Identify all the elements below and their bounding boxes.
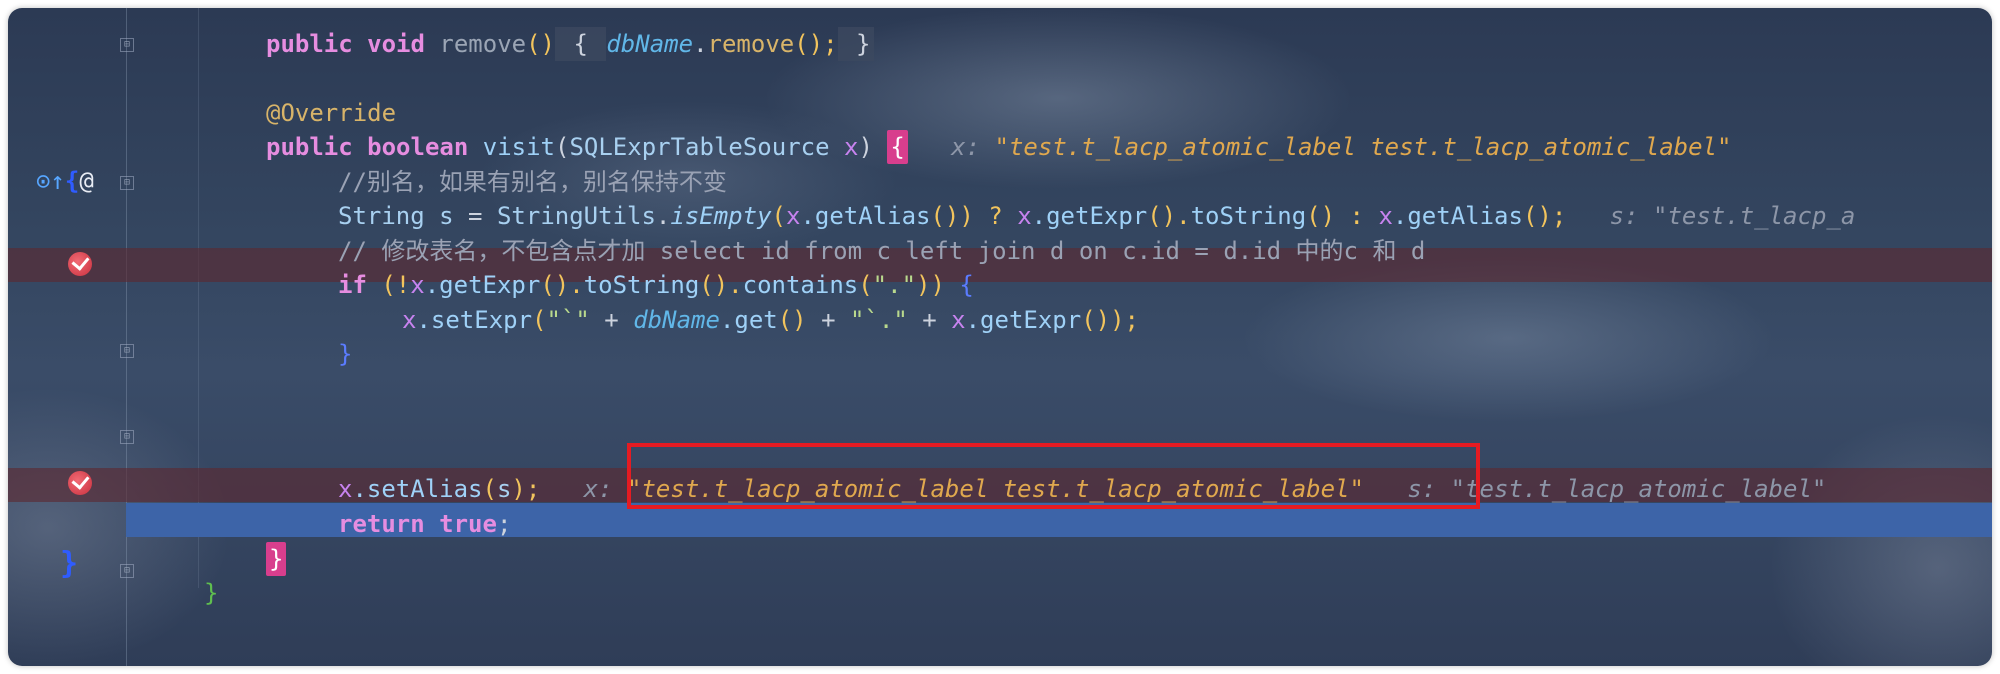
code-line-string-s[interactable]: String s = StringUtils.isEmpty(x.getAlia… xyxy=(338,199,1855,233)
override-method-icon[interactable]: ⊙↑ xyxy=(36,167,65,195)
highlight-annotation-box xyxy=(627,443,1480,509)
code-line-override[interactable]: @Override xyxy=(266,96,396,130)
code-line-close-if[interactable]: } xyxy=(338,337,352,371)
inline-debug-hint: s: "test.t_lacp_a xyxy=(1609,202,1856,230)
fold-marker-icon[interactable]: ⊟ xyxy=(120,564,134,578)
code-comment[interactable]: //别名，如果有别名，别名保持不变 xyxy=(338,165,727,199)
code-line-setexpr[interactable]: x.setExpr("`" + dbName.get() + "`." + x.… xyxy=(402,303,1139,337)
code-comment[interactable]: // 修改表名，不包含点才加 select id from c left joi… xyxy=(338,234,1425,268)
annotation-icon: @ xyxy=(79,167,94,195)
override-gutter[interactable]: ⊙↑{@ xyxy=(36,166,94,196)
code-line-close-method[interactable]: } xyxy=(266,542,287,576)
fold-marker-icon[interactable]: ⊟ xyxy=(120,430,134,444)
code-line-visit[interactable]: public boolean visit(SQLExprTableSource … xyxy=(266,130,1731,164)
code-line-remove[interactable]: public void remove() { dbName.remove(); … xyxy=(266,27,875,61)
code-editor[interactable]: ⊟ ⊟ ⊟ ⊟ ⊟ ⊙↑{@ } public void remove() { … xyxy=(8,8,1992,666)
breakpoint-icon[interactable] xyxy=(68,471,92,495)
breakpoint-icon[interactable] xyxy=(68,252,92,276)
inline-debug-hint: x: xyxy=(951,133,995,161)
class-brace-marker: } xyxy=(60,546,79,581)
code-line-if[interactable]: if (!x.getExpr().toString().contains("."… xyxy=(338,268,974,302)
brace-icon: { xyxy=(64,167,80,195)
fold-marker-icon[interactable]: ⊟ xyxy=(120,176,134,190)
fold-marker-icon[interactable]: ⊟ xyxy=(120,38,134,52)
inline-debug-hint: x: xyxy=(583,475,628,503)
inline-debug-value: "test.t_lacp_atomic_label test.t_lacp_at… xyxy=(994,133,1732,161)
code-line-close-class[interactable]: } xyxy=(204,576,218,610)
code-line-return[interactable]: return true; xyxy=(338,507,511,541)
fold-marker-icon[interactable]: ⊟ xyxy=(120,344,134,358)
